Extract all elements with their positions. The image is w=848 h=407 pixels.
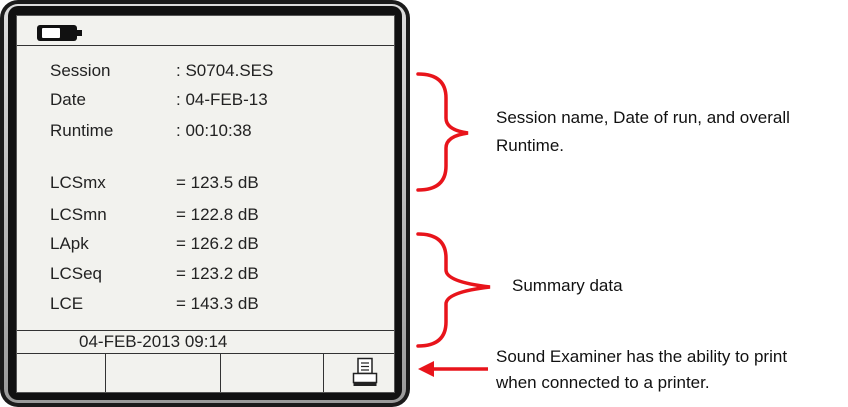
summary-annotation: Summary data (512, 276, 623, 295)
session-value: : S0704.SES (176, 61, 274, 80)
status-bar (17, 16, 394, 46)
session-label: Session (50, 61, 111, 80)
lcseq-value: = 123.2 dB (176, 264, 259, 283)
lcseq-label: LCSeq (50, 264, 102, 283)
lcsmx-label: LCSmx (50, 173, 106, 192)
lapk-value: = 126.2 dB (176, 234, 259, 253)
softkey-1[interactable] (17, 354, 106, 392)
print-annotation-line1: Sound Examiner has the ability to print (496, 347, 788, 366)
device-screen: Session : S0704.SES Date : 04-FEB-13 Run… (16, 15, 395, 393)
lcsmx-value: = 123.5 dB (176, 173, 259, 192)
lapk-label: LApk (50, 234, 89, 253)
softkey-bar (17, 354, 394, 392)
print-softkey[interactable] (324, 354, 394, 392)
print-annotation-line2: when connected to a printer. (496, 373, 710, 392)
lce-label: LCE (50, 294, 84, 313)
device-frame: Session : S0704.SES Date : 04-FEB-13 Run… (0, 0, 410, 407)
summary-bracket (416, 232, 491, 348)
lcsmn-label: LCSmn (50, 205, 107, 224)
softkey-3[interactable] (221, 354, 324, 392)
print-arrowhead (418, 361, 434, 377)
datetime-bar: 04-FEB-2013 09:14 (17, 330, 394, 354)
lcsmn-value: = 122.8 dB (176, 205, 259, 224)
session-annotation-line2: Runtime. (496, 136, 565, 155)
runtime-value: : 00:10:38 (176, 121, 252, 140)
session-annotation-line1: Session name, Date of run, and overall (496, 108, 790, 127)
softkey-2[interactable] (106, 354, 221, 392)
datetime-text: 04-FEB-2013 09:14 (79, 332, 228, 351)
date-value: : 04-FEB-13 (176, 90, 268, 109)
battery-icon (37, 25, 82, 41)
lce-value: = 143.3 dB (176, 294, 259, 313)
printer-icon (352, 357, 378, 386)
date-label: Date (50, 90, 86, 109)
session-bracket (416, 72, 469, 192)
runtime-label: Runtime (50, 121, 114, 140)
